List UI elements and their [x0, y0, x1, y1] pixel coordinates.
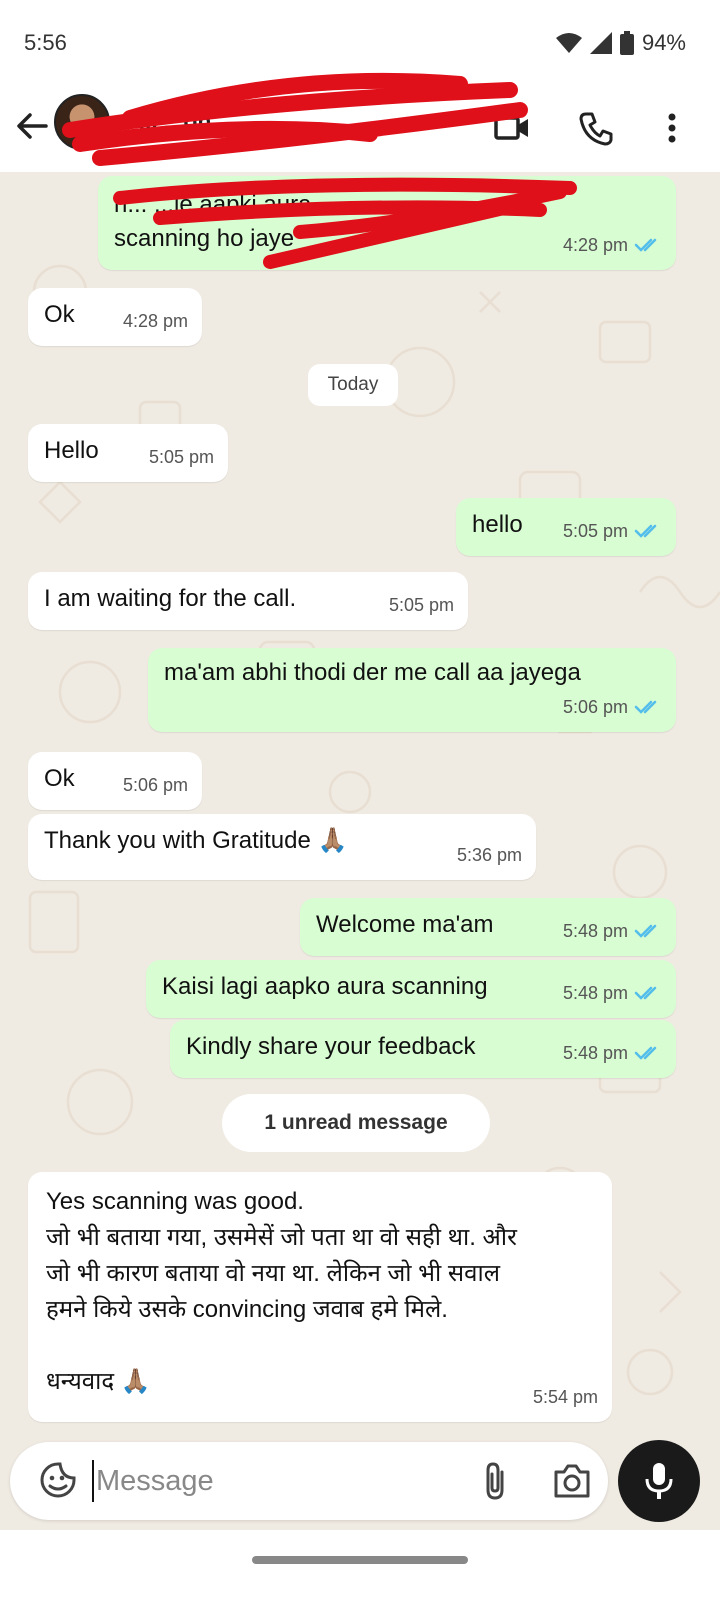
message-text: hello: [472, 511, 523, 538]
unread-messages-banner: 1 unread message: [222, 1094, 490, 1152]
message-outgoing[interactable]: h... ...je aapki aura scanning ho jaye 4…: [98, 176, 676, 270]
message-meta: 5:48 pm: [563, 1036, 662, 1070]
message-text: Thank you with Gratitude 🙏🏽: [44, 827, 348, 854]
message-incoming[interactable]: Hello 5:05 pm: [28, 424, 228, 482]
message-time: 5:54 pm: [532, 1387, 598, 1407]
message-text: Hello: [44, 437, 99, 464]
message-time: 5:05 pm: [388, 595, 454, 615]
voice-call-icon[interactable]: [574, 106, 618, 150]
camera-icon[interactable]: [550, 1460, 594, 1502]
double-check-icon: [634, 1046, 657, 1060]
message-time: 5:48 pm: [562, 983, 628, 1003]
message-composer[interactable]: [10, 1442, 608, 1520]
message-text: I am waiting for the call.: [44, 585, 297, 612]
mic-icon: [645, 1463, 673, 1499]
battery-icon: [619, 31, 634, 55]
message-incoming[interactable]: Thank you with Gratitude 🙏🏽 5:36 pm: [28, 814, 536, 880]
message-input[interactable]: [96, 1460, 456, 1502]
home-indicator[interactable]: [252, 1556, 468, 1564]
double-check-icon: [634, 924, 657, 938]
message-meta: 5:05 pm: [563, 514, 662, 548]
double-check-icon: [634, 238, 657, 252]
message-time: 5:05 pm: [148, 447, 214, 467]
message-outgoing[interactable]: Welcome ma'am 5:48 pm: [300, 898, 676, 956]
message-text: scanning ho jaye: [114, 225, 295, 252]
message-text: ma'am abhi thodi der me call aa jayega: [164, 659, 581, 686]
mic-button[interactable]: [618, 1440, 700, 1522]
message-outgoing[interactable]: Kindly share your feedback 5:48 pm: [170, 1020, 676, 1078]
message-time: 5:48 pm: [562, 1043, 628, 1063]
wifi-icon: [555, 33, 582, 53]
message-text: Kaisi lagi aapko aura scanning: [162, 973, 488, 1000]
double-check-icon: [634, 700, 657, 714]
sticker-icon[interactable]: [38, 1460, 78, 1500]
message-text: Ok: [44, 765, 75, 792]
message-time: 5:06 pm: [562, 697, 628, 717]
attach-icon[interactable]: [476, 1460, 516, 1502]
message-incoming[interactable]: Yes scanning was good. जो भी बताया गया, …: [28, 1172, 612, 1422]
message-incoming[interactable]: Ok 5:06 pm: [28, 752, 202, 810]
double-check-icon: [634, 524, 657, 538]
double-check-icon: [634, 986, 657, 1000]
message-outgoing[interactable]: hello 5:05 pm: [456, 498, 676, 556]
message-text: Kindly share your feedback: [186, 1033, 476, 1060]
message-time: 5:06 pm: [122, 775, 188, 795]
chat-area[interactable]: h... ...je aapki aura scanning ho jaye 4…: [0, 172, 720, 1440]
message-text: h... ...je aapki aura: [114, 191, 312, 218]
message-text: Ok: [44, 301, 75, 328]
text-cursor: [92, 1460, 94, 1502]
message-time: 5:36 pm: [456, 845, 522, 865]
message-meta: 5:48 pm: [563, 914, 662, 948]
message-time: 5:48 pm: [562, 921, 628, 941]
message-incoming[interactable]: Ok 4:28 pm: [28, 288, 202, 346]
message-time: 4:28 pm: [562, 235, 628, 255]
message-meta: 5:48 pm: [563, 976, 662, 1010]
message-meta: 4:28 pm: [563, 228, 662, 262]
message-incoming[interactable]: I am waiting for the call. 5:05 pm: [28, 572, 468, 630]
more-options-icon[interactable]: [650, 106, 694, 150]
message-text: Yes scanning was good. जो भी बताया गया, …: [46, 1188, 517, 1395]
status-bar: 5:56 94%: [0, 0, 720, 86]
video-call-icon[interactable]: [490, 106, 534, 150]
status-indicators: 94%: [555, 30, 686, 56]
battery-percent: 94%: [641, 30, 686, 55]
message-time: 4:28 pm: [122, 311, 188, 331]
avatar[interactable]: [54, 94, 110, 150]
signal-icon: [589, 32, 612, 54]
chat-header: D... ...on...: [0, 86, 720, 172]
message-outgoing[interactable]: ma'am abhi thodi der me call aa jayega 5…: [148, 648, 676, 732]
contact-name[interactable]: D... ...on...: [122, 108, 462, 135]
message-meta: 5:06 pm: [563, 690, 662, 724]
status-time: 5:56: [24, 30, 67, 55]
system-nav-bar: [0, 1530, 720, 1600]
message-text: Welcome ma'am: [316, 911, 494, 938]
back-arrow-icon[interactable]: [12, 106, 52, 146]
date-separator: Today: [308, 364, 398, 406]
message-outgoing[interactable]: Kaisi lagi aapko aura scanning 5:48 pm: [146, 960, 676, 1018]
message-time: 5:05 pm: [562, 521, 628, 541]
